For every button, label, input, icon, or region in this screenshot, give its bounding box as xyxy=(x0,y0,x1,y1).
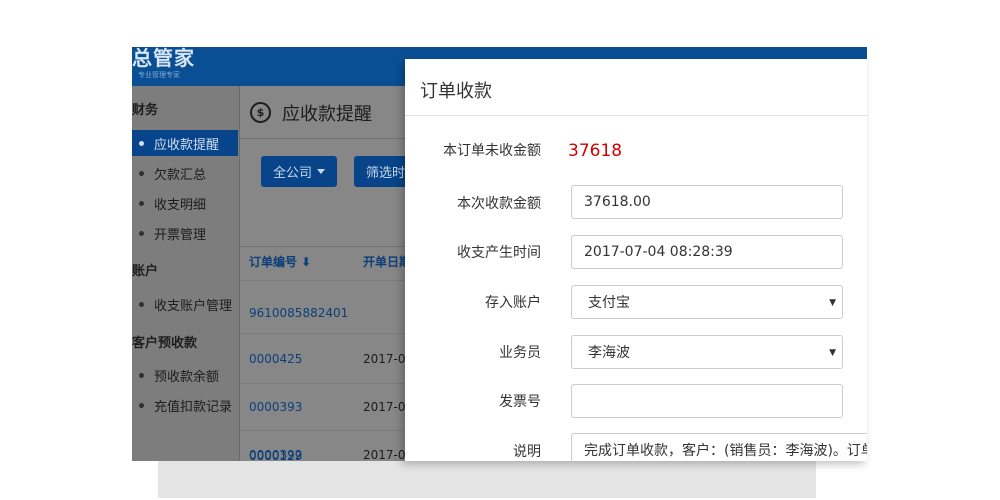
sidebar-item-prepayment-balance[interactable]: 预收款余额 xyxy=(132,362,238,388)
order-payment-modal: 订单收款 本订单未收金额 37618 本次收款金额 37618.00 收支产生时… xyxy=(405,59,867,461)
invoice-number-label: 发票号 xyxy=(499,394,541,410)
sidebar: 财务 应收款提醒 欠款汇总 收支明细 开票管理 账户 收支账户管理 客户预收款 … xyxy=(132,86,240,461)
modal-header: 订单收款 xyxy=(405,59,867,116)
note-value: 完成订单收款，客户：(销售员：李海波)。订单 xyxy=(584,443,867,459)
dropdown-arrow-icon: ▼ xyxy=(829,298,836,308)
note-input[interactable]: 完成订单收款，客户：(销售员：李海波)。订单 xyxy=(571,433,867,461)
payment-amount-input[interactable]: 37618.00 xyxy=(571,185,843,219)
money-circle-icon: $ xyxy=(250,102,271,123)
sidebar-item-label: 应收款提醒 xyxy=(154,137,220,153)
page-title: 应收款提醒 xyxy=(282,104,372,125)
transaction-time-label: 收支产生时间 xyxy=(457,245,541,261)
sidebar-item-label: 预收款余额 xyxy=(154,369,220,385)
sidebar-item-label: 开票管理 xyxy=(154,227,207,243)
order-number-link[interactable]: 0000129 xyxy=(249,449,302,463)
unpaid-amount-value: 37618 xyxy=(568,141,623,161)
order-number-link[interactable]: 0000425 xyxy=(249,352,302,366)
app-logo-subtitle: 专业管理专家 xyxy=(138,71,180,79)
salesman-select[interactable]: 李海波 ▼ xyxy=(571,335,843,369)
bullet-icon xyxy=(139,372,144,378)
bullet-icon xyxy=(139,230,144,236)
caret-down-icon xyxy=(317,169,326,174)
bullet-icon xyxy=(139,170,144,176)
sidebar-group-finance: 财务 xyxy=(132,103,159,118)
salesman-label: 业务员 xyxy=(499,345,541,361)
note-label: 说明 xyxy=(513,444,541,460)
deposit-account-value: 支付宝 xyxy=(588,295,630,311)
modal-title: 订单收款 xyxy=(420,81,492,102)
bullet-icon xyxy=(139,301,144,307)
sidebar-item-account-management[interactable]: 收支账户管理 xyxy=(132,291,238,317)
sidebar-item-income-expense[interactable]: 收支明细 xyxy=(132,190,238,216)
deposit-account-select[interactable]: 支付宝 ▼ xyxy=(571,285,843,319)
payment-amount-value: 37618.00 xyxy=(584,194,651,210)
salesman-value: 李海波 xyxy=(588,345,630,361)
sidebar-item-label: 充值扣款记录 xyxy=(154,399,233,415)
sidebar-item-debt-summary[interactable]: 欠款汇总 xyxy=(132,160,238,186)
background-card xyxy=(158,461,816,498)
column-header-order-no[interactable]: 订单编号 ⬇ xyxy=(249,253,311,270)
dropdown-arrow-icon: ▼ xyxy=(829,348,836,358)
invoice-number-input[interactable] xyxy=(571,384,843,418)
unpaid-amount-label: 本订单未收金额 xyxy=(443,143,541,159)
bullet-icon xyxy=(139,402,144,408)
order-number-link[interactable]: 0000393 xyxy=(249,400,302,414)
sidebar-group-accounts: 账户 xyxy=(132,264,159,279)
deposit-account-label: 存入账户 xyxy=(485,295,541,311)
bullet-icon xyxy=(139,200,144,206)
transaction-time-input[interactable]: 2017-07-04 08:28:39 xyxy=(571,235,843,269)
sidebar-item-label: 收支明细 xyxy=(154,197,207,213)
order-number-link[interactable]: 9610085882401 xyxy=(249,306,348,320)
column-header-date[interactable]: 开单日期 xyxy=(363,253,408,270)
sidebar-item-label: 欠款汇总 xyxy=(154,167,207,183)
sidebar-group-prepayment: 客户预收款 xyxy=(132,336,198,351)
transaction-time-value: 2017-07-04 08:28:39 xyxy=(584,244,733,260)
sidebar-item-receivable-reminder[interactable]: 应收款提醒 xyxy=(132,130,238,156)
app-logo: 总管家 xyxy=(132,47,195,70)
company-filter-dropdown[interactable]: 全公司 xyxy=(261,156,337,187)
sidebar-item-invoicing[interactable]: 开票管理 xyxy=(132,220,238,246)
sidebar-item-label: 收支账户管理 xyxy=(154,298,233,314)
stage: 总管家 专业管理专家 财务 应收款提醒 欠款汇总 收支明细 开票管理 账户 收支… xyxy=(0,0,1000,500)
payment-amount-label: 本次收款金额 xyxy=(457,196,541,212)
company-filter-label: 全公司 xyxy=(273,166,313,181)
bullet-icon xyxy=(139,140,144,146)
sidebar-item-topup-records[interactable]: 充值扣款记录 xyxy=(132,392,238,418)
